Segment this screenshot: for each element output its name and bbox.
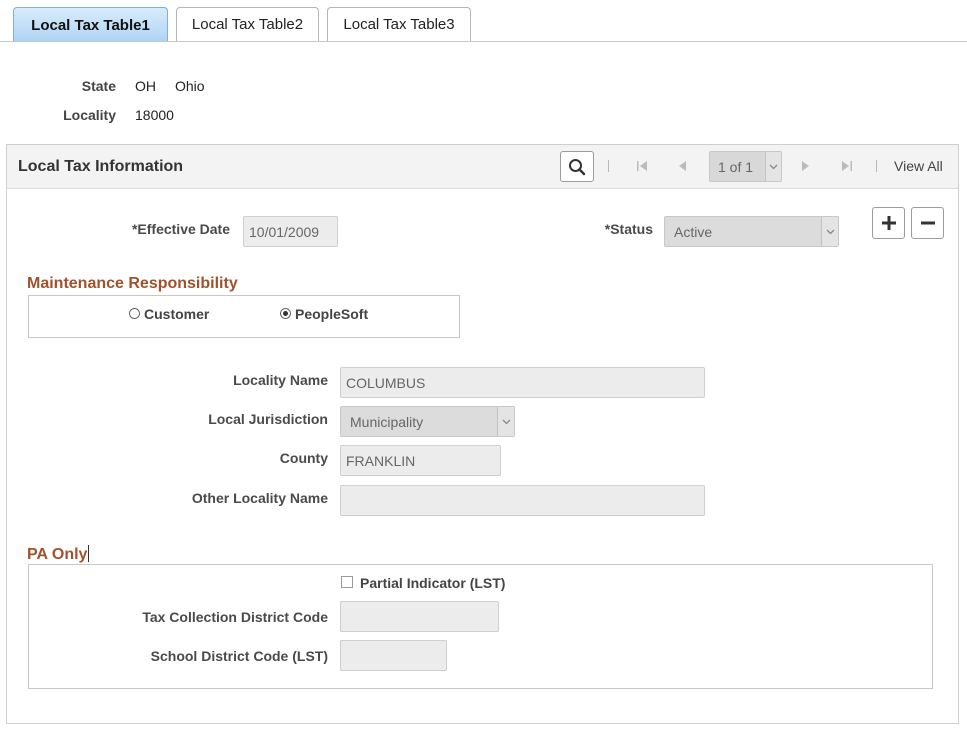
- status-select[interactable]: Active: [664, 216, 839, 247]
- school-district-code-field[interactable]: [340, 640, 447, 671]
- next-page-icon[interactable]: [800, 159, 812, 173]
- previous-page-icon[interactable]: [676, 159, 688, 173]
- tab-local-tax-table-3[interactable]: Local Tax Table3: [327, 7, 471, 41]
- peoplesoft-radio-label[interactable]: PeopleSoft: [295, 306, 368, 322]
- pa-only-text: PA Only: [27, 546, 88, 563]
- effective-date-label: *Effective Date: [131, 221, 230, 237]
- separator: [876, 160, 877, 172]
- other-locality-name-label: Other Locality Name: [191, 490, 328, 506]
- state-label: State: [81, 78, 116, 94]
- peoplesoft-radio[interactable]: [280, 308, 291, 319]
- text-cursor: [88, 545, 90, 562]
- last-page-icon[interactable]: [839, 159, 853, 173]
- tab-baseline: [0, 41, 967, 42]
- county-field[interactable]: FRANKLIN: [340, 445, 501, 476]
- tab-local-tax-table-1[interactable]: Local Tax Table1: [13, 7, 168, 42]
- chevron-down-icon: [497, 407, 514, 436]
- locality-name-field[interactable]: COLUMBUS: [340, 367, 705, 398]
- local-jurisdiction-select[interactable]: Municipality: [340, 406, 515, 437]
- customer-radio-label[interactable]: Customer: [144, 306, 209, 322]
- locality-name-value: COLUMBUS: [346, 374, 426, 391]
- pa-only-title: PA Only: [27, 545, 90, 564]
- state-name: Ohio: [175, 78, 205, 94]
- state-code: OH: [135, 78, 156, 94]
- tab-label: Local Tax Table2: [191, 16, 304, 33]
- group-header: Local Tax Information 1 of 1 View All: [7, 145, 958, 189]
- delete-row-button[interactable]: [911, 207, 944, 239]
- plus-icon: [881, 216, 896, 230]
- county-label: County: [279, 450, 328, 466]
- view-all-link[interactable]: View All: [894, 158, 943, 174]
- first-page-icon[interactable]: [636, 159, 650, 173]
- maintenance-responsibility-title: Maintenance Responsibility: [27, 275, 238, 292]
- customer-radio[interactable]: [129, 308, 140, 319]
- tax-collection-district-code-label: Tax Collection District Code: [142, 609, 328, 625]
- maintenance-responsibility-box: Customer PeopleSoft: [28, 295, 460, 338]
- partial-indicator-label[interactable]: Partial Indicator (LST): [360, 575, 505, 591]
- pa-only-box: Partial Indicator (LST) Tax Collection D…: [28, 564, 933, 689]
- county-value: FRANKLIN: [346, 452, 416, 469]
- minus-icon: [920, 221, 935, 225]
- local-tax-information-group: Local Tax Information 1 of 1 View All *E…: [6, 144, 959, 724]
- status-value: Active: [674, 223, 713, 240]
- effective-date-field[interactable]: 10/01/2009: [243, 216, 338, 247]
- other-locality-name-field[interactable]: [340, 485, 705, 516]
- status-label: *Status: [604, 221, 653, 237]
- chevron-down-icon: [765, 152, 781, 181]
- search-button[interactable]: [560, 151, 594, 182]
- pager-select[interactable]: 1 of 1: [709, 151, 782, 182]
- separator: [608, 160, 609, 172]
- chevron-down-icon: [821, 217, 838, 246]
- tab-label: Local Tax Table1: [31, 16, 150, 34]
- local-jurisdiction-label: Local Jurisdiction: [208, 411, 328, 427]
- school-district-code-label: School District Code (LST): [150, 648, 328, 664]
- tab-local-tax-table-2[interactable]: Local Tax Table2: [176, 7, 319, 41]
- locality-label: Locality: [63, 107, 116, 123]
- partial-indicator-checkbox[interactable]: [341, 576, 353, 588]
- locality-name-label: Locality Name: [233, 372, 328, 388]
- group-title: Local Tax Information: [18, 158, 184, 175]
- locality-value: 18000: [135, 107, 174, 123]
- effective-date-value: 10/01/2009: [249, 223, 320, 240]
- tab-label: Local Tax Table3: [343, 16, 455, 33]
- search-icon: [569, 158, 586, 175]
- add-row-button[interactable]: [872, 207, 905, 239]
- local-jurisdiction-value: Municipality: [350, 413, 424, 430]
- tax-collection-district-code-field[interactable]: [340, 601, 499, 632]
- pager-value: 1 of 1: [718, 158, 754, 175]
